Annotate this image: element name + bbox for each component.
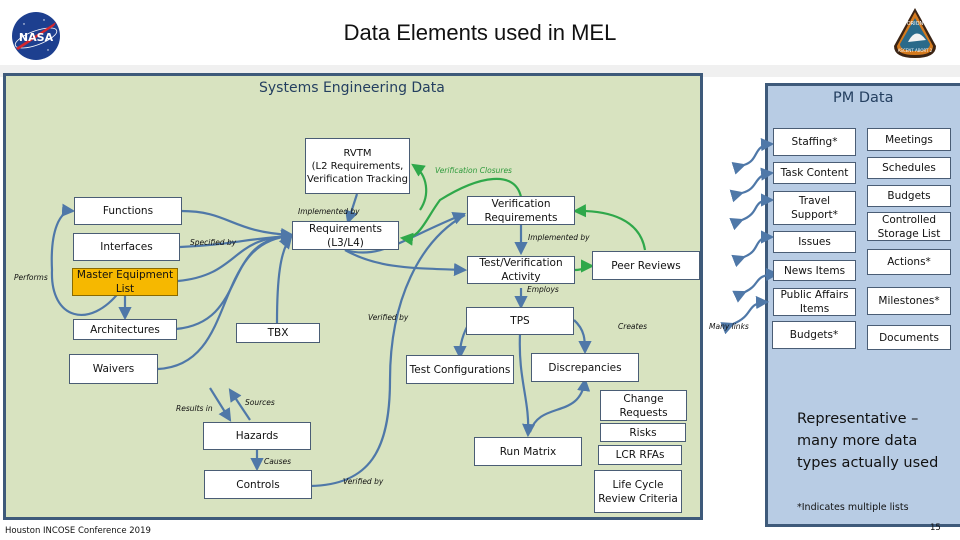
peer-reviews-label: Peer Reviews bbox=[611, 259, 681, 272]
pm-item-label: Staffing* bbox=[791, 136, 838, 148]
rvtm-box[interactable]: RVTM (L2 Requirements, Verification Trac… bbox=[305, 138, 410, 194]
tbx-box[interactable]: TBX bbox=[236, 323, 320, 343]
pm-right-item[interactable]: Documents bbox=[867, 325, 951, 350]
requirements-box[interactable]: Requirements (L3/L4) bbox=[292, 221, 399, 250]
pm-panel-title: PM Data bbox=[833, 90, 894, 106]
pm-item-label: Issues bbox=[798, 236, 831, 248]
link-label-specified-by: Specified by bbox=[190, 238, 237, 247]
pm-left-item[interactable]: Issues bbox=[773, 231, 856, 253]
pm-item-label: News Items bbox=[783, 264, 846, 277]
pm-left-item[interactable]: News Items bbox=[773, 260, 856, 281]
interfaces-box[interactable]: Interfaces bbox=[73, 233, 180, 261]
pm-left-item[interactable]: Task Content bbox=[773, 162, 856, 184]
discrepancies-box[interactable]: Discrepancies bbox=[531, 353, 639, 382]
link-label-creates: Creates bbox=[618, 322, 647, 331]
link-label-verified-by-top: Verified by bbox=[368, 313, 409, 322]
link-label-verification-closures: Verification Closures bbox=[435, 166, 512, 175]
mel-label: Master Equipment List bbox=[76, 269, 174, 295]
discrepancies-label: Discrepancies bbox=[548, 361, 622, 374]
risks-box[interactable]: Risks bbox=[600, 423, 686, 442]
pm-right-item[interactable]: Budgets bbox=[867, 185, 951, 207]
waivers-box[interactable]: Waivers bbox=[69, 354, 158, 384]
pm-item-label: Travel Support* bbox=[791, 195, 838, 221]
pm-left-item[interactable]: Travel Support* bbox=[773, 191, 856, 225]
change-requests-box[interactable]: Change Requests bbox=[600, 390, 687, 421]
run-matrix-label: Run Matrix bbox=[499, 445, 557, 458]
link-label-implemented-by-top: Implemented by bbox=[298, 207, 360, 216]
lcr-rfas-label: LCR RFAs bbox=[615, 449, 665, 461]
se-panel-title: Systems Engineering Data bbox=[259, 80, 445, 96]
link-label-employs: Employs bbox=[527, 285, 559, 294]
peer-reviews-box[interactable]: Peer Reviews bbox=[592, 251, 700, 280]
multiple-lists-footnote: *Indicates multiple lists bbox=[797, 502, 909, 513]
change-requests-label: Change Requests bbox=[619, 392, 668, 419]
mission-patch-logo: ORION ASCENT ABORT 2 bbox=[890, 6, 940, 60]
tps-box[interactable]: TPS bbox=[466, 307, 574, 335]
test-configurations-box[interactable]: Test Configurations bbox=[406, 355, 514, 384]
pm-item-label: Milestones* bbox=[878, 295, 940, 307]
svg-text:ASCENT ABORT 2: ASCENT ABORT 2 bbox=[898, 48, 933, 53]
link-label-verified-by-bottom: Verified by bbox=[343, 477, 384, 486]
waivers-label: Waivers bbox=[92, 363, 135, 375]
pm-item-label: Public Affairs Items bbox=[780, 289, 849, 315]
controls-box[interactable]: Controls bbox=[204, 470, 312, 499]
pm-item-label: Task Content bbox=[780, 167, 849, 179]
architectures-box[interactable]: Architectures bbox=[73, 319, 177, 340]
pm-item-label: Controlled Storage List bbox=[877, 213, 941, 240]
lcr-rfas-box[interactable]: LCR RFAs bbox=[598, 445, 682, 465]
page-title: Data Elements used in MEL bbox=[343, 20, 617, 45]
verification-requirements-box[interactable]: Verification Requirements bbox=[467, 196, 575, 225]
conference-footer: Houston INCOSE Conference 2019 bbox=[5, 526, 151, 536]
link-label-implemented-by-mid: Implemented by bbox=[528, 233, 590, 242]
svg-text:ORION: ORION bbox=[907, 21, 924, 27]
pm-item-label: Budgets bbox=[887, 190, 931, 202]
master-equipment-list-box[interactable]: Master Equipment List bbox=[72, 268, 178, 296]
hazards-box[interactable]: Hazards bbox=[203, 422, 311, 450]
test-verification-activity-label: Test/Verification Activity bbox=[479, 257, 563, 283]
risks-label: Risks bbox=[629, 426, 657, 439]
functions-box[interactable]: Functions bbox=[74, 197, 182, 225]
tbx-label: TBX bbox=[267, 327, 289, 339]
hazards-label: Hazards bbox=[235, 430, 279, 442]
pm-item-label: Meetings bbox=[885, 133, 933, 146]
run-matrix-box[interactable]: Run Matrix bbox=[474, 437, 582, 466]
rvtm-label: RVTM (L2 Requirements, Verification Trac… bbox=[307, 147, 408, 185]
architectures-label: Architectures bbox=[90, 323, 160, 336]
interfaces-label: Interfaces bbox=[100, 241, 153, 253]
test-verification-activity-box[interactable]: Test/Verification Activity bbox=[467, 256, 575, 284]
page-number: 15 bbox=[930, 523, 941, 533]
controls-label: Controls bbox=[236, 478, 280, 491]
pm-left-item[interactable]: Public Affairs Items bbox=[773, 288, 856, 316]
link-label-performs: Performs bbox=[14, 273, 48, 282]
link-label-causes: Causes bbox=[264, 457, 292, 466]
pm-item-label: Documents bbox=[879, 331, 939, 344]
pm-right-item[interactable]: Meetings bbox=[867, 128, 951, 151]
tps-label: TPS bbox=[510, 315, 530, 327]
pm-item-label: Budgets* bbox=[789, 329, 839, 341]
link-label-results-in: Results in bbox=[176, 404, 213, 413]
functions-label: Functions bbox=[102, 205, 154, 217]
requirements-label: Requirements (L3/L4) bbox=[309, 222, 382, 249]
verification-requirements-label: Verification Requirements bbox=[484, 197, 558, 224]
life-cycle-review-criteria-box[interactable]: Life Cycle Review Criteria bbox=[594, 470, 682, 513]
life-cycle-review-criteria-label: Life Cycle Review Criteria bbox=[598, 478, 678, 505]
representative-note: Representative – many more data types ac… bbox=[797, 411, 939, 471]
link-label-many-links: Many links bbox=[709, 322, 749, 331]
test-configurations-label: Test Configurations bbox=[409, 363, 511, 376]
pm-left-item[interactable]: Staffing* bbox=[773, 128, 856, 156]
pm-right-item[interactable]: Milestones* bbox=[867, 287, 951, 315]
pm-right-item[interactable]: Controlled Storage List bbox=[867, 212, 951, 241]
link-label-sources: Sources bbox=[245, 398, 275, 407]
pm-right-item[interactable]: Actions* bbox=[867, 249, 951, 275]
pm-left-item[interactable]: Budgets* bbox=[772, 321, 856, 349]
pm-item-label: Actions* bbox=[887, 256, 931, 268]
link-pm-public-affairs bbox=[720, 295, 770, 335]
pm-item-label: Schedules bbox=[882, 162, 936, 174]
pm-right-item[interactable]: Schedules bbox=[867, 157, 951, 179]
